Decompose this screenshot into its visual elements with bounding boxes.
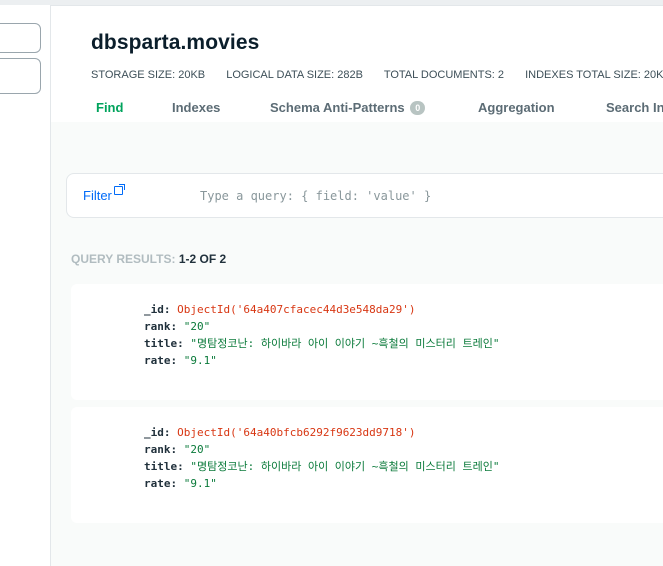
field-title: title: "명탐정코난: 하이바라 아이 이야기 ~흑철의 미스터리 트레인… (144, 458, 499, 475)
filter-link[interactable]: Filter (83, 184, 125, 203)
field-value: "명탐정코난: 하이바라 아이 이야기 ~흑철의 미스터리 트레인" (190, 337, 500, 350)
stat-total-documents: TOTAL DOCUMENTS: 2 (384, 69, 504, 81)
external-link-icon (113, 184, 125, 195)
field-rate: rate: "9.1" (144, 352, 499, 369)
tab-indexes[interactable]: Indexes (172, 100, 220, 115)
stat-value: 282B (337, 69, 363, 81)
sidebar-collection-item[interactable] (0, 58, 41, 94)
stat-label: STORAGE SIZE: (91, 69, 176, 81)
stat-logical-data-size: LOGICAL DATA SIZE: 282B (226, 69, 363, 81)
field-value: "9.1" (183, 354, 217, 367)
field-id: _id: ObjectId('64a40bfcb6292f9623dd9718'… (144, 424, 499, 441)
query-results-summary: QUERY RESULTS: 1-2 OF 2 (71, 252, 226, 266)
document-card[interactable]: _id: ObjectId('64a40bfcb6292f9623dd9718'… (71, 407, 663, 523)
stat-label: LOGICAL DATA SIZE: (226, 69, 335, 81)
field-rate: rate: "9.1" (144, 475, 499, 492)
stat-value: 20KB (178, 69, 206, 81)
field-key: rate: (144, 477, 178, 490)
documents-view: Filter QUERY RESULTS: 1-2 OF 2 _id: Obje… (51, 122, 663, 566)
stat-storage-size: STORAGE SIZE: 20KB (91, 69, 205, 81)
field-key: rank: (144, 443, 178, 456)
query-input[interactable] (200, 186, 663, 206)
field-rank: rank: "20" (144, 318, 499, 335)
sidebar-search-field[interactable] (0, 23, 41, 53)
stat-value: 2 (497, 69, 505, 81)
field-rank: rank: "20" (144, 441, 499, 458)
collection-header: dbsparta.movies STORAGE SIZE: 20KB LOGIC… (51, 6, 663, 122)
results-label: QUERY RESULTS: (71, 252, 176, 266)
filter-label: Filter (83, 188, 112, 203)
query-bar: Filter (66, 173, 663, 218)
sidebar (0, 5, 51, 566)
document-fields: _id: ObjectId('64a40bfcb6292f9623dd9718'… (144, 424, 499, 492)
field-value: "20" (183, 443, 211, 456)
field-title: title: "명탐정코난: 하이바라 아이 이야기 ~흑철의 미스터리 트레인… (144, 335, 499, 352)
document-fields: _id: ObjectId('64a407cfacec44d3e548da29'… (144, 301, 499, 369)
tab-find[interactable]: Find (96, 100, 123, 115)
tab-aggregation[interactable]: Aggregation (478, 100, 555, 115)
tab-label: Schema Anti-Patterns (270, 100, 405, 115)
field-value: "9.1" (183, 477, 217, 490)
results-count: 1-2 OF 2 (178, 252, 227, 266)
collection-stats: STORAGE SIZE: 20KB LOGICAL DATA SIZE: 28… (91, 69, 663, 81)
stat-value: 20KB (643, 69, 663, 81)
stat-label: TOTAL DOCUMENTS: (383, 69, 495, 81)
field-key: rank: (144, 320, 178, 333)
field-key: _id: (144, 303, 171, 316)
tab-schema-anti-patterns[interactable]: Schema Anti-Patterns 0 (270, 100, 426, 115)
field-key: title: (144, 460, 184, 473)
field-key: _id: (144, 426, 171, 439)
field-id: _id: ObjectId('64a407cfacec44d3e548da29'… (144, 301, 499, 318)
field-value: ObjectId('64a40bfcb6292f9623dd9718') (177, 426, 416, 439)
field-value: "명탐정코난: 하이바라 아이 이야기 ~흑철의 미스터리 트레인" (190, 460, 500, 473)
collection-title: dbsparta.movies (91, 31, 260, 54)
field-key: title: (144, 337, 184, 350)
field-key: rate: (144, 354, 178, 367)
stat-label: INDEXES TOTAL SIZE: (525, 69, 641, 81)
field-value: "20" (183, 320, 211, 333)
count-badge: 0 (410, 101, 426, 115)
document-card[interactable]: _id: ObjectId('64a407cfacec44d3e548da29'… (71, 284, 663, 400)
field-value: ObjectId('64a407cfacec44d3e548da29') (177, 303, 416, 316)
stat-indexes-total-size: INDEXES TOTAL SIZE: 20KB (525, 69, 663, 81)
tab-search-indexes[interactable]: Search In (606, 100, 663, 115)
